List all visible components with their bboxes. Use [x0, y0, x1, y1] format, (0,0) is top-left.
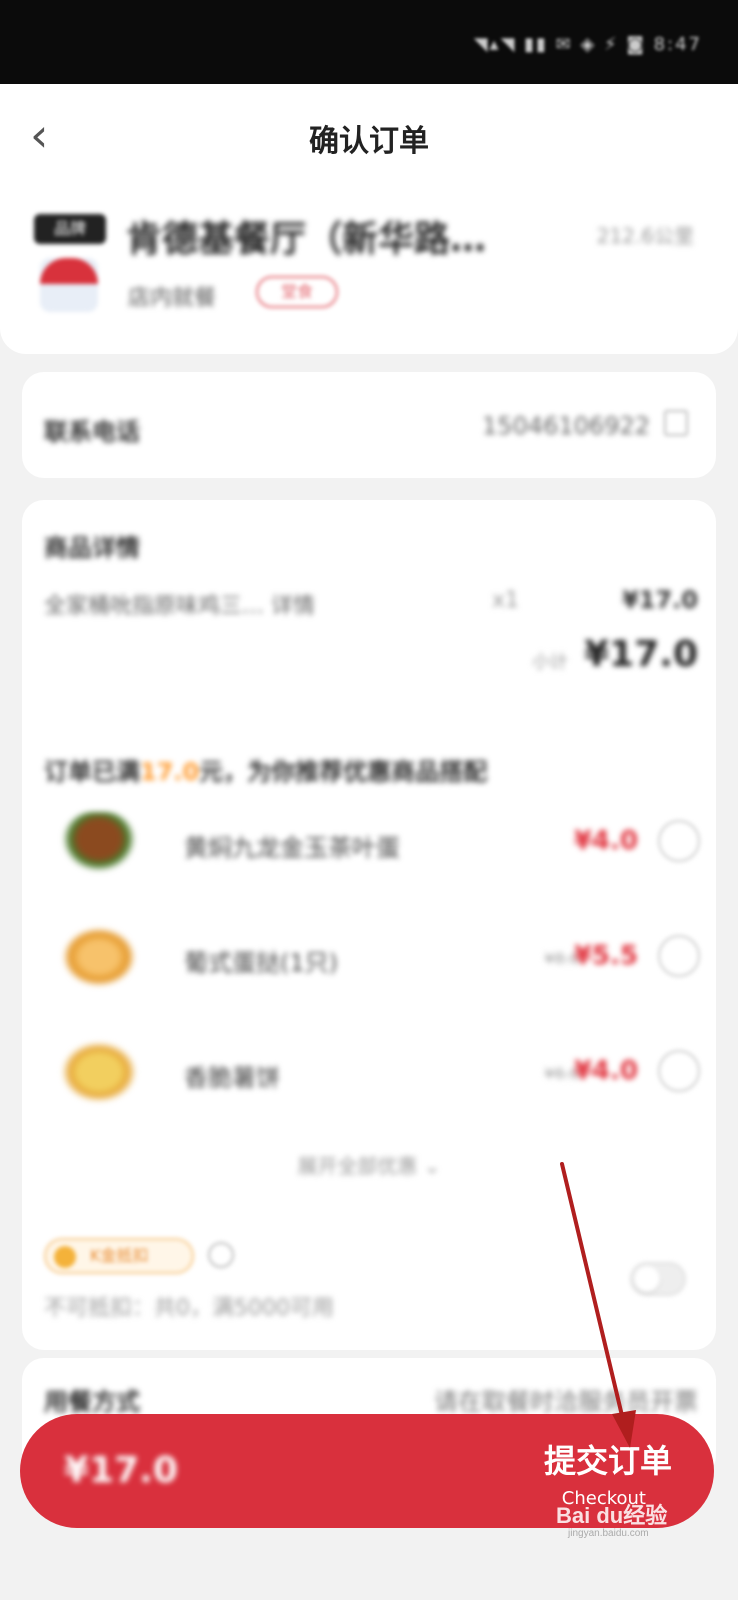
watermark-url: jingyan.baidu.com	[568, 1528, 649, 1539]
baidu-watermark: Bai du经验 jingyan.baidu.com	[556, 1498, 668, 1539]
annotation-arrow-icon	[560, 1162, 636, 1448]
watermark-brand: Bai du经验	[556, 1503, 668, 1528]
